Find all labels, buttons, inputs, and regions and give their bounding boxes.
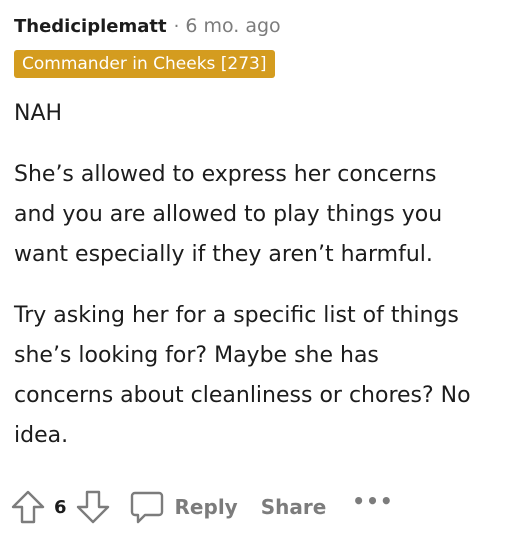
comment-header: Thediciplematt · 6 mo. ago (14, 11, 281, 41)
comment-body: NAH She’s allowed to express her concern… (14, 94, 529, 477)
vote-count: 6 (54, 496, 67, 518)
comment-paragraph: Try asking her for a specific list of th… (14, 303, 471, 448)
comment-age[interactable]: 6 mo. ago (185, 15, 280, 37)
reply-button[interactable]: Reply (129, 488, 238, 526)
more-options-icon[interactable]: ••• (352, 489, 393, 513)
reply-label: Reply (174, 495, 238, 519)
share-button[interactable]: Share (261, 495, 327, 519)
upvote-icon[interactable] (10, 488, 46, 526)
comment-author[interactable]: Thediciplematt (14, 16, 167, 37)
downvote-icon[interactable] (75, 488, 111, 526)
user-flair: Commander in Cheeks [273] (14, 50, 275, 78)
meta-separator: · (173, 15, 180, 37)
comment-paragraph: NAH (14, 101, 63, 126)
comment-actions: 6 Reply Share ••• (10, 487, 394, 527)
comment-paragraph: She’s allowed to express her concerns an… (14, 162, 443, 267)
speech-bubble-icon (129, 488, 165, 526)
